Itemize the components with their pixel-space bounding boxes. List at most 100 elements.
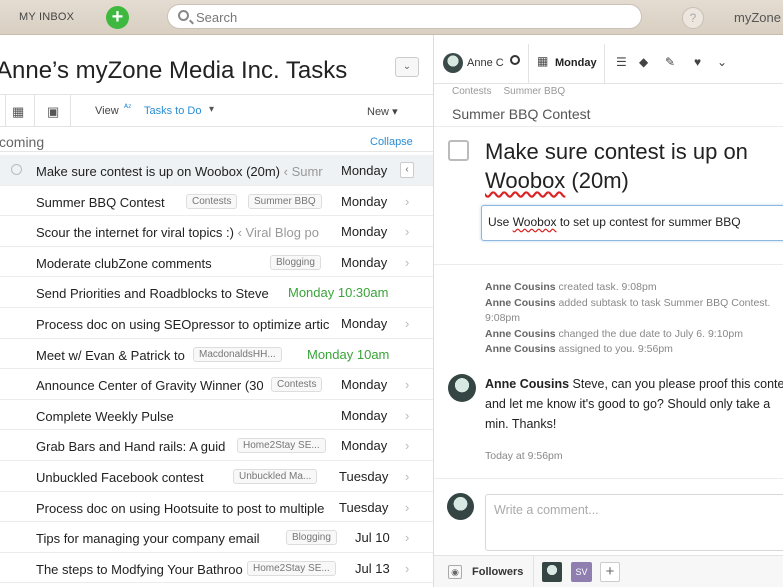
task-row[interactable]: Make sure contest is up on Woobox (20m) … — [0, 155, 433, 186]
task-detail-pane: Anne C ▦ Monday ☰ ◆ ✎ ♥ ⌄ Contests Summer… — [433, 35, 783, 587]
parent-task-link[interactable]: Summer BBQ Contest — [452, 106, 591, 122]
task-name[interactable]: Moderate clubZone comments — [36, 256, 212, 271]
calendar-icon: ▦ — [537, 54, 549, 68]
chevron-right-icon[interactable]: › — [405, 408, 409, 423]
project-tag[interactable]: Unbuckled Ma... — [233, 468, 318, 484]
remove-assignee-icon[interactable] — [510, 55, 520, 65]
chevron-left-icon[interactable]: ‹ — [400, 162, 414, 178]
tag-icon[interactable]: ◆ — [639, 55, 648, 69]
due-date: Tuesday — [339, 499, 389, 515]
task-name[interactable]: Grab Bars and Hand rails: A guid — [36, 439, 225, 454]
project-tag[interactable]: MacdonaldsHH... — [193, 346, 282, 362]
project-menu-button[interactable]: ⌄ — [395, 57, 419, 77]
complete-task-checkbox[interactable] — [448, 140, 469, 161]
new-task-dropdown[interactable]: New ▾ — [367, 105, 398, 118]
chevron-right-icon[interactable]: › — [405, 530, 409, 545]
add-task-button[interactable]: + — [106, 6, 129, 29]
heart-icon[interactable]: ♥ — [694, 55, 701, 69]
assignee-button[interactable]: Anne C — [467, 57, 504, 69]
chevron-right-icon[interactable]: › — [405, 224, 409, 239]
add-follower-button[interactable]: + — [600, 562, 620, 582]
comment: Anne Cousins Steve, can you please proof… — [485, 374, 783, 434]
task-row[interactable]: Process doc on using SEOpressor to optim… — [0, 308, 433, 339]
subtasks-icon[interactable]: ☰ — [616, 55, 627, 69]
task-name[interactable]: Send Priorities and Roadblocks to Steve — [36, 286, 269, 301]
attachment-icon[interactable]: ✎ — [665, 55, 675, 69]
task-name[interactable]: Summer BBQ Contest — [36, 195, 165, 210]
task-row[interactable]: Grab Bars and Hand rails: A guid Home2Sta… — [0, 430, 433, 461]
my-inbox-link[interactable]: MY INBOX — [19, 11, 74, 23]
collapse-link[interactable]: Collapse — [370, 136, 413, 148]
comment-box[interactable] — [485, 494, 783, 551]
task-name[interactable]: Unbuckled Facebook contest — [36, 470, 204, 485]
task-row[interactable]: The steps to Modfying Your Bathroo Home2S… — [0, 553, 433, 584]
task-row[interactable]: Unbuckled Facebook contest Unbuckled Ma..… — [0, 461, 433, 492]
task-description-text: Use Woobox to set up contest for summer … — [488, 215, 741, 229]
chevron-right-icon[interactable]: › — [405, 377, 409, 392]
due-date: Jul 10 — [355, 530, 390, 546]
project-tag[interactable]: Summer BBQ — [248, 193, 322, 209]
chevron-right-icon[interactable]: › — [405, 438, 409, 453]
help-button[interactable]: ? — [682, 7, 704, 29]
task-row[interactable]: Summer BBQ Contest Contests Summer BBQ Mond… — [0, 186, 433, 217]
chevron-right-icon[interactable]: › — [405, 255, 409, 270]
calendar-icon[interactable]: ▦ — [12, 104, 24, 120]
chevron-right-icon[interactable]: › — [405, 194, 409, 209]
task-name[interactable]: Meet w/ Evan & Patrick to — [36, 348, 185, 363]
due-date: Monday — [341, 315, 388, 331]
breadcrumb-item[interactable]: Summer BBQ — [503, 86, 565, 97]
task-row[interactable]: Complete Weekly Pulse Monday › — [0, 400, 433, 431]
chevron-right-icon[interactable]: › — [405, 469, 409, 484]
task-row[interactable]: Send Priorities and Roadblocks to Steve M… — [0, 277, 433, 308]
followers-label[interactable]: Followers — [472, 566, 523, 578]
search-input[interactable] — [196, 8, 616, 26]
chevron-down-icon: ⌄ — [402, 61, 412, 72]
activity-item: Anne Cousins assigned to you. 9:56pm — [485, 343, 673, 355]
task-name[interactable]: Process doc on using SEOpressor to optim… — [36, 317, 329, 332]
task-row[interactable]: Scour the internet for viral topics :) ‹… — [0, 216, 433, 247]
task-description-field[interactable]: Use Woobox to set up contest for summer … — [481, 205, 783, 241]
follower-avatar[interactable] — [542, 562, 562, 582]
task-title[interactable]: Make sure contest is up on Woobox (20m) — [485, 137, 783, 195]
task-row[interactable]: Process doc on using Hootsuite to post t… — [0, 492, 433, 523]
task-row[interactable]: Meet w/ Evan & Patrick to MacdonaldsHH...… — [0, 339, 433, 370]
chevron-down-icon[interactable]: ⌄ — [717, 55, 727, 69]
project-tag[interactable]: Home2Stay SE... — [237, 438, 326, 454]
task-list: Make sure contest is up on Woobox (20m) … — [0, 155, 433, 584]
plus-icon: + — [111, 6, 124, 28]
task-name[interactable]: The steps to Modfying Your Bathroo — [36, 562, 243, 577]
due-date-button[interactable]: Monday — [555, 57, 597, 69]
task-name[interactable]: Announce Center of Gravity Winner (30 — [36, 378, 264, 393]
due-date: Monday — [341, 254, 388, 270]
chevron-right-icon[interactable]: › — [405, 500, 409, 515]
chevron-down-icon[interactable]: ▾ — [209, 104, 214, 115]
breadcrumb-item[interactable]: Contests — [452, 86, 491, 97]
project-tag[interactable]: Home2Stay SE... — [247, 560, 336, 576]
project-tag[interactable]: Blogging — [286, 530, 337, 546]
task-row[interactable]: Tips for managing your company email Blog… — [0, 522, 433, 553]
task-name[interactable]: Scour the internet for viral topics :) ‹… — [36, 225, 319, 240]
task-name[interactable]: Process doc on using Hootsuite to post t… — [36, 501, 324, 516]
activity-item: Anne Cousins created task. 9:08pm — [485, 281, 657, 293]
chevron-right-icon[interactable]: › — [405, 316, 409, 331]
task-row[interactable]: Announce Center of Gravity Winner (30 Con… — [0, 369, 433, 400]
chevron-right-icon[interactable]: › — [405, 561, 409, 576]
follower-avatar[interactable]: SV — [571, 562, 592, 582]
task-name[interactable]: Complete Weekly Pulse — [36, 409, 174, 424]
comment-author[interactable]: Anne Cousins — [485, 377, 569, 391]
view-filter-dropdown[interactable]: Tasks to Do — [144, 105, 201, 117]
due-date: Monday — [341, 377, 388, 393]
files-icon[interactable]: ▣ — [47, 104, 59, 120]
comment-input[interactable] — [494, 503, 783, 543]
project-tag[interactable]: Blogging — [270, 254, 321, 270]
workspace-switcher[interactable]: myZone — [734, 10, 781, 25]
task-row[interactable]: Moderate clubZone comments Blogging Monday… — [0, 247, 433, 278]
task-checkbox[interactable] — [11, 164, 22, 175]
my-avatar — [447, 493, 474, 520]
task-name[interactable]: Tips for managing your company email — [36, 531, 260, 546]
task-name[interactable]: Make sure contest is up on Woobox (20m) … — [36, 164, 323, 179]
search-bar[interactable] — [167, 4, 642, 29]
list-toolbar: ▦ ▣ View ᴬᶻ Tasks to Do ▾ New ▾ — [0, 94, 433, 127]
project-tag[interactable]: Contests — [186, 193, 238, 209]
project-tag[interactable]: Contests — [271, 377, 323, 393]
